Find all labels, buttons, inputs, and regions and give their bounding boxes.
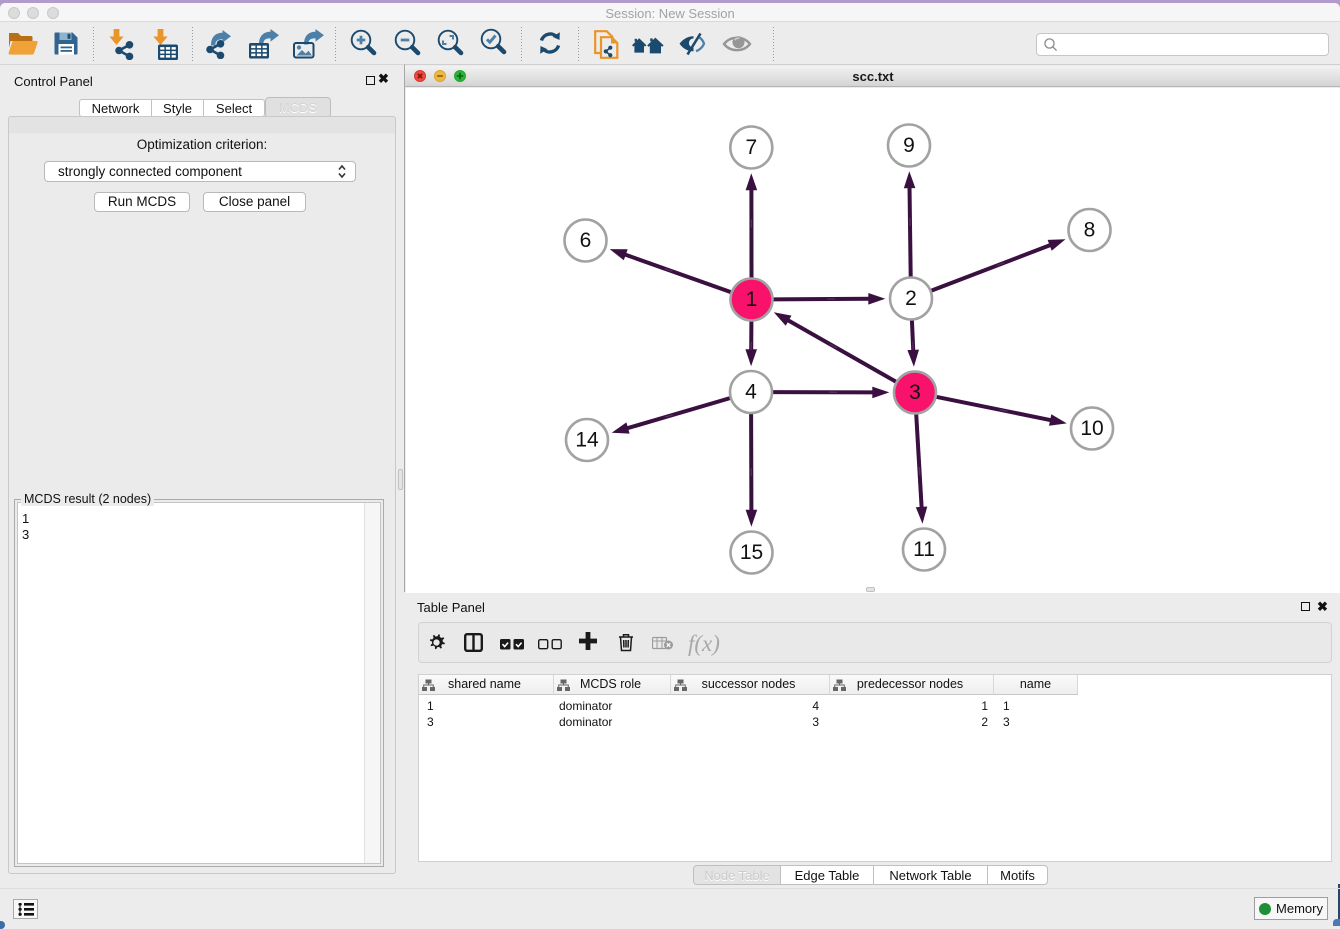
svg-text:11: 11 — [913, 538, 935, 561]
svg-text:1: 1 — [746, 288, 758, 311]
svg-text:10: 10 — [1080, 417, 1103, 440]
svg-text:8: 8 — [1084, 219, 1096, 242]
svg-text:3: 3 — [909, 381, 921, 404]
svg-text:9: 9 — [903, 134, 915, 157]
svg-text:2: 2 — [905, 287, 917, 310]
svg-text:6: 6 — [580, 229, 592, 252]
svg-text:7: 7 — [745, 136, 757, 159]
svg-text:4: 4 — [745, 381, 757, 404]
svg-text:14: 14 — [575, 429, 599, 452]
svg-text:15: 15 — [740, 541, 763, 564]
